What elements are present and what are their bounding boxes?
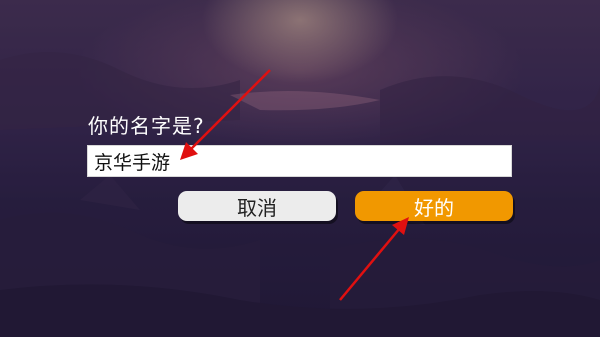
ok-button-label: 好的 [414, 195, 454, 220]
name-input-field[interactable]: 京华手游 [87, 145, 512, 177]
cancel-button[interactable]: 取消 [178, 191, 336, 221]
name-input-value: 京华手游 [94, 151, 171, 174]
name-prompt-label: 你的名字是? [88, 114, 205, 138]
cancel-button-label: 取消 [237, 195, 277, 220]
ok-button[interactable]: 好的 [355, 191, 513, 221]
